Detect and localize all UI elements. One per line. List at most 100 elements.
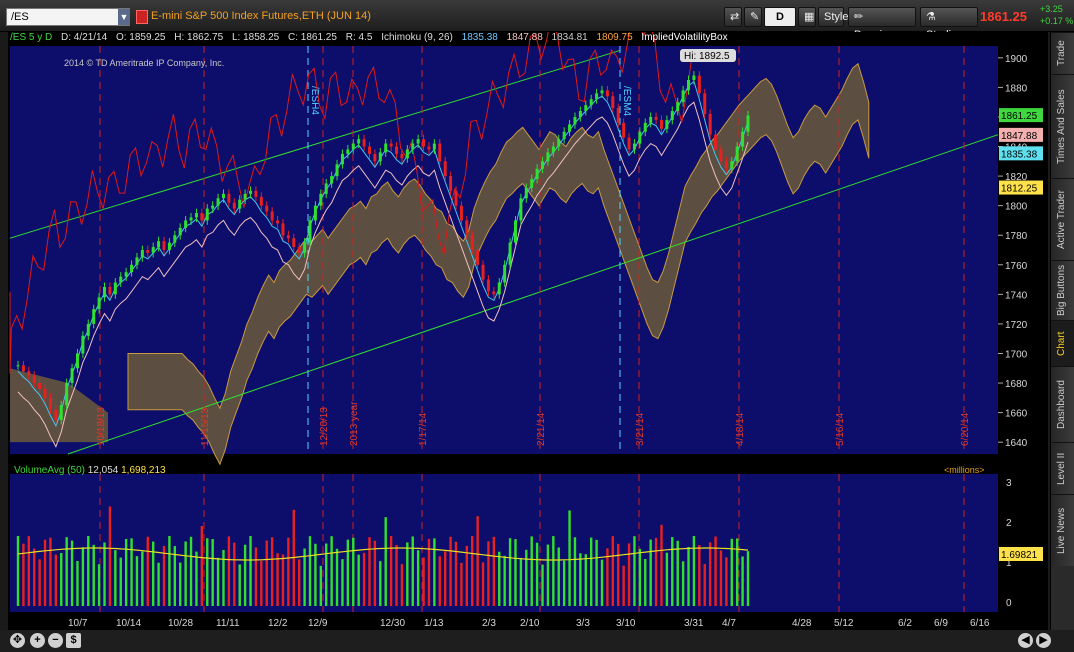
studies-menu-button[interactable]: ⚗ Studies <box>920 7 978 41</box>
pencil-icon: ✏ <box>854 11 864 23</box>
top-toolbar: /ES ▼ E-mini S&P 500 Index Futures,ETH (… <box>0 0 1074 41</box>
volume-bar <box>644 559 647 606</box>
volume-bar <box>698 545 701 606</box>
volume-bar <box>189 536 193 606</box>
tab-level-ii[interactable]: Level II <box>1051 442 1074 494</box>
volume-bar <box>260 560 263 606</box>
candle-body <box>367 146 371 154</box>
volume-bar <box>595 539 598 606</box>
wrench-icon[interactable]: ✎ <box>744 7 762 27</box>
zoom-out-icon[interactable]: − <box>48 633 63 648</box>
change-points: +3.25 <box>1040 4 1063 14</box>
volume-bar <box>243 544 247 606</box>
price-tick-label: 1660 <box>1005 409 1028 420</box>
candle-body <box>75 353 79 369</box>
volume-bar <box>130 538 133 606</box>
candle-body <box>703 93 707 114</box>
candle-body <box>286 235 290 239</box>
candle-body <box>427 146 431 150</box>
candle-body <box>48 397 52 410</box>
tab-live-news[interactable]: Live News <box>1051 494 1074 566</box>
date-line-label: 1/17/14 <box>418 412 429 446</box>
candle-body <box>140 250 144 258</box>
header-close: C: 1861.25 <box>288 32 337 43</box>
candle-body <box>378 152 382 162</box>
price-tag: 1812.25 <box>1001 184 1038 195</box>
tab-active-trader[interactable]: Active Trader <box>1051 178 1074 260</box>
ticker-label[interactable]: /ES 5 y D <box>10 32 52 43</box>
symbol-dropdown-icon[interactable]: ▼ <box>118 9 130 25</box>
zoom-in-icon[interactable]: + <box>30 633 45 648</box>
chart-canvas[interactable]: 1900188018601840182018001780176017401720… <box>8 32 1048 630</box>
volume-bar <box>168 536 171 606</box>
x-axis-label: 3/3 <box>576 618 590 629</box>
price-tick-label: 1800 <box>1005 202 1028 213</box>
candle-body <box>459 205 463 221</box>
dollar-icon[interactable]: $ <box>66 633 81 648</box>
volume-bar <box>373 540 377 606</box>
volume-bar <box>200 526 204 606</box>
header-low: L: 1858.25 <box>231 32 280 43</box>
candle-body <box>611 96 615 109</box>
volume-bar <box>492 536 496 606</box>
volume-bar <box>617 543 620 606</box>
aggregation-button[interactable]: D <box>764 7 796 27</box>
symbol-input[interactable]: /ES <box>6 8 130 26</box>
symbol-description: E-mini S&P 500 Index Futures,ETH (JUN 14… <box>151 10 371 22</box>
chart-area[interactable]: 1900188018601840182018001780176017401720… <box>8 32 1048 630</box>
volume-value-2: 1,698,213 <box>121 465 166 476</box>
volume-bar <box>362 552 366 606</box>
volume-bar <box>238 564 241 606</box>
candle-body <box>81 335 85 354</box>
volume-label[interactable]: VolumeAvg (50) <box>14 465 85 476</box>
volume-bar <box>27 536 31 606</box>
price-tick-label: 1740 <box>1005 290 1028 301</box>
candle-body <box>411 143 415 150</box>
volume-bar <box>449 536 452 606</box>
alert-flag-icon[interactable] <box>136 10 148 24</box>
ivb-label[interactable]: ImpliedVolatilityBox <box>641 32 727 43</box>
candle-body <box>276 220 280 224</box>
candle-body <box>189 217 193 221</box>
candle-body <box>54 409 58 420</box>
candle-body <box>697 75 701 94</box>
candle-body <box>649 116 653 123</box>
candle-body <box>92 309 96 324</box>
ichimoku-label[interactable]: Ichimoku (9, 26) <box>381 32 453 43</box>
volume-bar <box>600 559 604 606</box>
volume-bar <box>303 548 306 606</box>
volume-bar <box>33 548 36 606</box>
grid-icon[interactable]: ▦ <box>798 7 816 27</box>
candle-body <box>513 220 517 243</box>
tab-chart[interactable]: Chart <box>1051 320 1074 366</box>
volume-bar <box>579 553 582 606</box>
style-menu-button[interactable]: Style <box>818 7 848 27</box>
volume-bar <box>16 536 20 606</box>
volume-bar <box>476 516 479 606</box>
candle-body <box>32 375 36 384</box>
candle-body <box>659 119 663 129</box>
volume-bar <box>562 560 566 606</box>
x-axis-label: 2/10 <box>520 618 540 629</box>
x-axis-label: 6/9 <box>934 618 948 629</box>
volume-bar <box>687 547 690 606</box>
volume-bar <box>265 540 268 606</box>
candle-body <box>627 137 631 150</box>
tab-times-and-sales[interactable]: Times And Sales <box>1051 74 1074 178</box>
scroll-left-icon[interactable]: ◀ <box>1018 633 1033 648</box>
tab-trade[interactable]: Trade <box>1051 32 1074 74</box>
candle-body <box>324 183 328 194</box>
volume-bar <box>443 551 447 606</box>
candle-body <box>21 365 25 372</box>
high-marker: Hi: 1892.5 <box>684 51 730 62</box>
tab-dashboard[interactable]: Dashboard <box>1051 366 1074 442</box>
scroll-right-icon[interactable]: ▶ <box>1036 633 1051 648</box>
pan-icon[interactable]: ✥ <box>10 633 25 648</box>
candle-body <box>249 190 253 194</box>
style-label: Style <box>824 11 849 23</box>
link-icon[interactable]: ⇄ <box>724 7 742 27</box>
tab-big-buttons[interactable]: Big Buttons <box>1051 260 1074 320</box>
volume-bar <box>135 556 139 606</box>
candle-body <box>600 90 604 94</box>
drawings-menu-button[interactable]: ✏ Drawings <box>848 7 916 41</box>
